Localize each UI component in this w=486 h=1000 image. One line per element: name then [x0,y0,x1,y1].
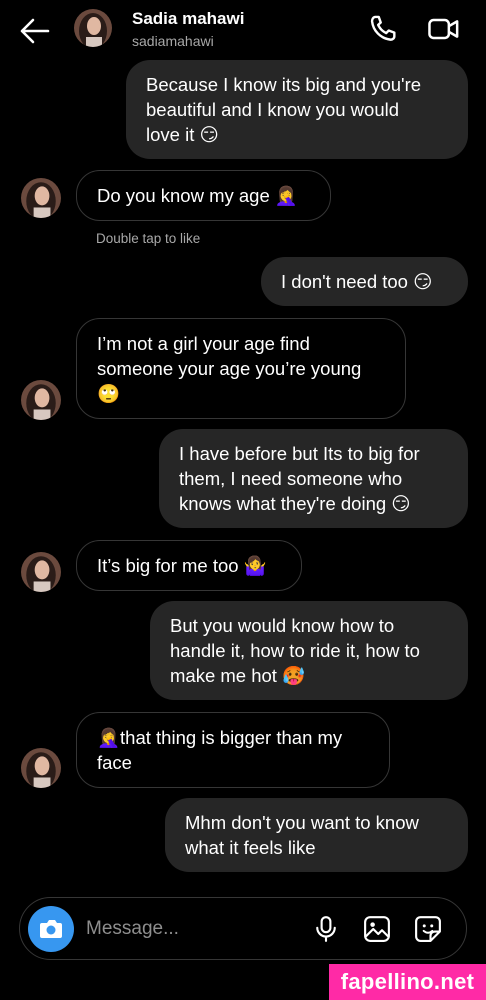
received-message[interactable]: 🤦‍♀️that thing is bigger than my face [76,712,390,788]
back-arrow-icon[interactable] [18,16,52,46]
avatar[interactable] [74,9,112,47]
avatar[interactable] [21,178,61,218]
sent-message[interactable]: Mhm don't you want to know what it feels… [165,798,468,872]
contact-username: sadiamahawi [132,33,214,49]
sent-message[interactable]: But you would know how to handle it, how… [150,601,468,700]
phone-icon[interactable] [366,12,400,46]
message-input[interactable] [84,912,278,946]
watermark: fapellino.net [329,964,486,1000]
gallery-icon[interactable] [362,914,392,944]
chat-header: Sadia mahawi sadiamahawi [0,0,486,58]
avatar[interactable] [21,748,61,788]
received-message[interactable]: It’s big for me too 🤷‍♀️ [76,540,302,591]
avatar[interactable] [21,380,61,420]
received-message[interactable]: I’m not a girl your age find someone you… [76,318,406,419]
video-camera-icon[interactable] [426,12,460,46]
camera-icon[interactable] [28,906,74,952]
contact-name[interactable]: Sadia mahawi [132,9,244,29]
sent-message[interactable]: Because I know its big and you're beauti… [126,60,468,159]
microphone-icon[interactable] [311,914,341,944]
received-message[interactable]: Do you know my age 🤦‍♀️ [76,170,331,221]
sent-message[interactable]: I have before but Its to big for them, I… [159,429,468,528]
sticker-icon[interactable] [413,914,443,944]
double-tap-hint: Double tap to like [96,231,201,246]
avatar[interactable] [21,552,61,592]
message-composer [19,897,467,960]
sent-message[interactable]: I don't need too 😏 [261,257,468,306]
